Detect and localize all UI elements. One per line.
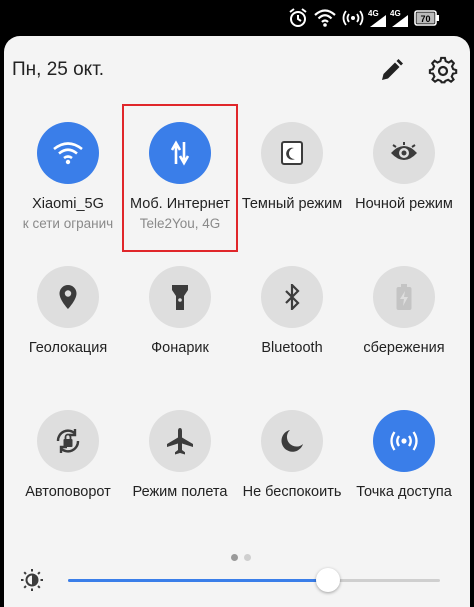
svg-text:4G: 4G xyxy=(368,9,379,18)
tile-label: Режим полета xyxy=(132,484,228,500)
brightness-icon xyxy=(21,569,43,591)
tile-auto-rotate[interactable]: Автоповорот xyxy=(10,410,126,500)
moon-icon xyxy=(281,430,303,452)
tile-label: Xiaomi_5G xyxy=(32,196,104,212)
tile-night-mode-button[interactable] xyxy=(373,122,435,184)
tile-battery-saver[interactable]: сбережения xyxy=(346,266,462,356)
page-indicator xyxy=(228,548,254,566)
tile-label: Точка доступа xyxy=(356,484,452,500)
tile-airplane-mode-button[interactable] xyxy=(149,410,211,472)
tile-do-not-disturb-button[interactable] xyxy=(261,410,323,472)
tile-battery-saver-button[interactable] xyxy=(373,266,435,328)
hotspot-icon xyxy=(390,431,418,451)
tile-auto-rotate-button[interactable] xyxy=(37,410,99,472)
airplane-icon xyxy=(167,428,193,455)
wifi-icon xyxy=(314,9,336,27)
lte-4g-signal-icon: 4G xyxy=(368,9,386,27)
gear-icon[interactable] xyxy=(428,56,458,86)
quick-settings-panel: Пн, 25 окт. Xiaomi_5G к сети огранич Моб… xyxy=(4,36,470,607)
battery-level: 70 xyxy=(420,14,430,24)
dark-mode-icon xyxy=(281,141,303,165)
alarm-icon xyxy=(289,8,307,27)
tile-flashlight[interactable]: Фонарик xyxy=(122,266,238,356)
tile-label: Темный режим xyxy=(241,196,343,212)
tile-label: Bluetooth xyxy=(261,340,323,356)
pencil-icon[interactable] xyxy=(376,56,406,86)
tile-dark-mode-button[interactable] xyxy=(261,122,323,184)
tile-wifi-button[interactable] xyxy=(37,122,99,184)
status-bar: 4G 4G 70 xyxy=(0,0,474,36)
tile-label: Ночной режим xyxy=(355,196,453,212)
highlight-box xyxy=(122,104,238,252)
tile-wifi[interactable]: Xiaomi_5G к сети огранич xyxy=(10,122,126,231)
tile-bluetooth-button[interactable] xyxy=(261,266,323,328)
tile-label: Автоповорот xyxy=(25,484,111,500)
battery-icon: 70 xyxy=(414,10,439,26)
tile-dark-mode[interactable]: Темный режим xyxy=(234,122,350,212)
tile-flashlight-button[interactable] xyxy=(149,266,211,328)
tile-label: Не беспокоить xyxy=(242,484,342,500)
tile-hotspot-button[interactable] xyxy=(373,410,435,472)
auto-rotate-icon xyxy=(56,429,80,453)
svg-text:4G: 4G xyxy=(390,9,401,18)
signal-strength-icon xyxy=(342,10,364,26)
wifi-icon xyxy=(53,142,83,165)
bluetooth-icon xyxy=(285,284,300,310)
tile-sublabel: к сети огранич xyxy=(22,216,114,231)
date-label: Пн, 25 окт. xyxy=(12,59,105,80)
tile-location-button[interactable] xyxy=(37,266,99,328)
location-icon xyxy=(59,285,77,309)
tile-do-not-disturb[interactable]: Не беспокоить xyxy=(234,410,350,500)
brightness-slider[interactable] xyxy=(68,579,440,582)
flashlight-icon xyxy=(172,285,188,310)
tile-label: Фонарик xyxy=(151,340,209,356)
tile-hotspot[interactable]: Точка доступа xyxy=(346,410,462,500)
eye-icon xyxy=(391,142,417,160)
page-dot[interactable] xyxy=(244,554,251,561)
battery-saver-icon xyxy=(396,284,412,310)
tile-location[interactable]: Геолокация xyxy=(10,266,126,356)
tile-night-mode[interactable]: Ночной режим xyxy=(346,122,462,212)
tile-label: Геолокация xyxy=(28,340,108,356)
brightness-slider-fill xyxy=(68,579,328,582)
tile-bluetooth[interactable]: Bluetooth xyxy=(234,266,350,356)
tile-airplane-mode[interactable]: Режим полета xyxy=(122,410,238,500)
lte-4g-signal-icon-2: 4G xyxy=(390,9,408,27)
page-dot-active[interactable] xyxy=(231,554,238,561)
tile-label: сбережения xyxy=(363,340,445,356)
brightness-slider-thumb[interactable] xyxy=(316,568,340,592)
